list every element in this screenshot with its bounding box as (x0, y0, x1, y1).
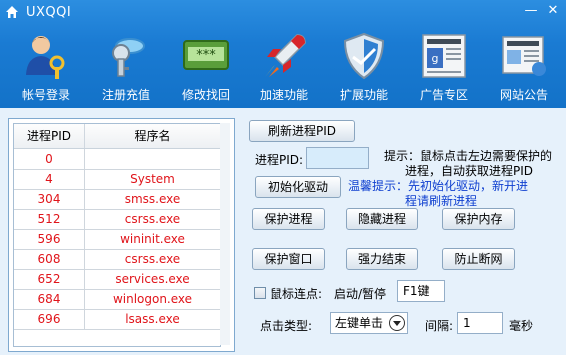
toolbar-extensions[interactable]: 扩展功能 (326, 26, 402, 106)
row-name: winlogon.exe (85, 289, 220, 310)
hide-process-button[interactable]: 隐藏进程 (346, 208, 418, 230)
toolbar-label: 广告专区 (419, 88, 468, 102)
table-row[interactable]: 0 (14, 149, 220, 170)
table-row[interactable]: 4 System (14, 169, 220, 190)
toolbar-label: 修改找回 (181, 88, 230, 102)
toolbar-label: 加速功能 (259, 88, 308, 102)
refresh-pid-button[interactable]: 刷新进程PID (249, 120, 355, 142)
tip-text-line2: 程请刷新进程 (405, 194, 478, 208)
row-name: csrss.exe (85, 209, 220, 230)
row-name (85, 149, 220, 170)
toolbar-label: 扩展功能 (339, 88, 388, 102)
start-stop-label: 启动/暂停 (334, 287, 387, 301)
row-pid: 696 (14, 309, 85, 330)
interval-input[interactable]: 1 (457, 312, 503, 334)
protect-memory-button[interactable]: 保护内存 (442, 208, 515, 230)
row-name: services.exe (85, 269, 220, 290)
table-row[interactable]: 684 winlogon.exe (14, 289, 220, 310)
table-row[interactable]: 596 wininit.exe (14, 229, 220, 250)
row-name: lsass.exe (85, 309, 220, 330)
row-pid: 652 (14, 269, 85, 290)
table-row[interactable]: 608 csrss.exe (14, 249, 220, 270)
table-row[interactable]: 652 services.exe (14, 269, 220, 290)
table-row[interactable]: 512 csrss.exe (14, 209, 220, 230)
user-key-icon (26, 36, 65, 79)
click-type-select[interactable]: 左键单击 (330, 312, 408, 334)
toolbar-label: 网站公告 (499, 88, 548, 102)
click-type-value: 左键单击 (335, 316, 384, 330)
web-news-icon (502, 36, 546, 76)
row-name: smss.exe (85, 189, 220, 210)
row-pid: 684 (14, 289, 85, 310)
toolbar-register-recharge[interactable]: 注册充值 (88, 26, 164, 106)
process-table-header: 进程PID 程序名 (14, 124, 220, 149)
key-icon (112, 38, 145, 77)
toolbar-ad-zone[interactable]: g 广告专区 (406, 26, 482, 106)
toolbar: 帐号登录 注册充值 *** 修改找回 加速功能 扩展功能 g 广告专区 网站公告 (0, 26, 566, 106)
row-name: System (85, 169, 220, 190)
click-type-label: 点击类型: (260, 319, 313, 333)
process-panel: 进程PID 程序名 0 4 System 304 smss.exe 512 csrss… (8, 118, 235, 352)
row-pid: 4 (14, 169, 85, 190)
row-pid: 304 (14, 189, 85, 210)
toolbar-label: 注册充值 (101, 88, 150, 102)
app-window: UXQQI — ✕ 帐号登录 注册充值 *** 修改找回 加速功能 扩展功能 g… (0, 0, 566, 355)
column-header-name[interactable]: 程序名 (85, 124, 220, 148)
shield-icon (343, 32, 385, 80)
password-card-icon: *** (183, 40, 229, 70)
row-name: csrss.exe (85, 249, 220, 270)
window-title: UXQQI (26, 5, 72, 20)
interval-label: 间隔: (425, 319, 454, 333)
row-pid: 512 (14, 209, 85, 230)
rocket-icon (265, 34, 306, 77)
protect-process-button[interactable]: 保护进程 (252, 208, 325, 230)
close-button[interactable]: ✕ (545, 4, 561, 18)
pid-label: 进程PID: (255, 153, 304, 167)
protect-window-button[interactable]: 保护窗口 (252, 248, 325, 270)
column-header-pid[interactable]: 进程PID (14, 124, 85, 148)
table-row[interactable]: 304 smss.exe (14, 189, 220, 210)
chevron-down-icon[interactable] (389, 315, 405, 331)
mouse-click-label: 鼠标连点: (270, 287, 323, 301)
process-table[interactable]: 进程PID 程序名 0 4 System 304 smss.exe 512 csrss… (13, 123, 221, 347)
row-name: wininit.exe (85, 229, 220, 250)
process-scrollbar[interactable] (220, 123, 230, 345)
home-icon (6, 6, 18, 18)
row-pid: 596 (14, 229, 85, 250)
svg-text:***: *** (196, 48, 216, 63)
interval-unit: 毫秒 (509, 319, 534, 333)
title-bar: UXQQI — ✕ (0, 0, 566, 26)
force-end-button[interactable]: 强力结束 (346, 248, 418, 270)
newspaper-icon: g (422, 34, 466, 78)
toolbar-modify-recover[interactable]: *** 修改找回 (168, 26, 244, 106)
prevent-disconnect-button[interactable]: 防止断网 (442, 248, 515, 270)
toolbar-account-login[interactable]: 帐号登录 (8, 26, 84, 106)
mouse-click-checkbox[interactable] (254, 287, 266, 299)
pid-input[interactable] (306, 147, 369, 169)
toolbar-label: 帐号登录 (21, 88, 70, 102)
minimize-button[interactable]: — (523, 4, 539, 18)
svg-text:g: g (432, 52, 439, 65)
init-driver-button[interactable]: 初始化驱动 (255, 176, 341, 198)
row-pid: 608 (14, 249, 85, 270)
hotkey-input[interactable]: F1键 (397, 280, 445, 302)
table-row[interactable]: 696 lsass.exe (14, 309, 220, 330)
toolbar-acceleration[interactable]: 加速功能 (246, 26, 322, 106)
toolbar-site-announcement[interactable]: 网站公告 (486, 26, 562, 106)
row-pid: 0 (14, 149, 85, 170)
